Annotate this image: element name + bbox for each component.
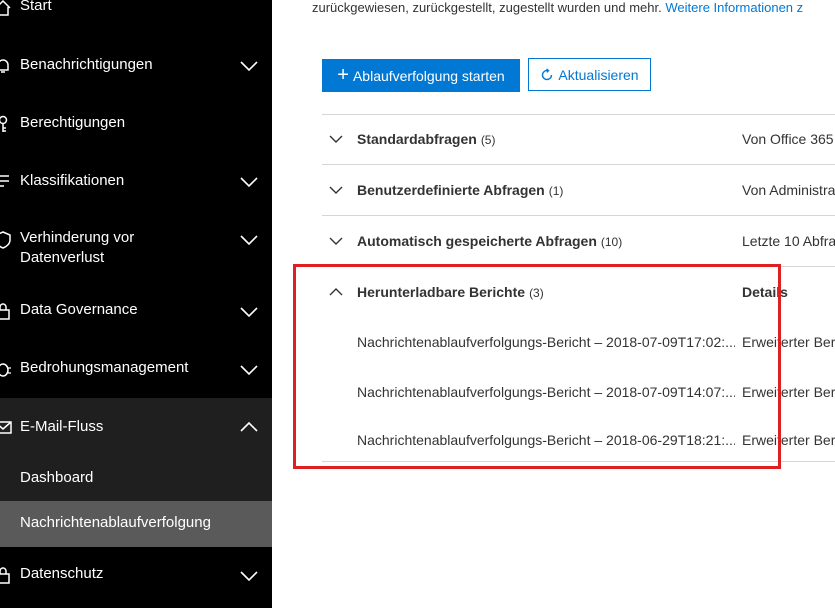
chevron-up-icon bbox=[329, 288, 343, 296]
divider bbox=[322, 266, 835, 267]
lock-icon bbox=[0, 567, 10, 584]
bell-icon bbox=[0, 59, 9, 73]
group-column-value: Von Administra bbox=[742, 182, 835, 198]
group-count: (10) bbox=[600, 235, 623, 249]
shield-icon bbox=[0, 231, 11, 249]
refresh-icon bbox=[542, 67, 553, 80]
group-title: Herunterladbare Berichte (3) bbox=[357, 284, 544, 300]
sidebar-item-email-fluss[interactable]: E-Mail-Fluss bbox=[0, 398, 272, 456]
sidebar-item-label: Berechtigungen bbox=[20, 114, 126, 131]
report-detail: Erweiterter Beri bbox=[742, 432, 835, 448]
sidebar-item-label: Datenschutz bbox=[20, 565, 104, 582]
group-count: (5) bbox=[480, 133, 496, 147]
person-key-icon bbox=[0, 115, 8, 132]
more-info-link[interactable]: Weitere Informationen z bbox=[665, 0, 803, 15]
sidebar-item-benachrichtigungen[interactable]: Benachrichtigungen bbox=[0, 44, 272, 88]
chevron-down-icon bbox=[240, 61, 258, 72]
chevron-up-icon bbox=[240, 421, 258, 432]
group-benutzerdefinierte[interactable]: Benutzerdefinierte Abfragen (1) Von Admin… bbox=[322, 166, 835, 216]
sidebar-item-verhinderung[interactable]: Verhinderung vor Datenverlust bbox=[0, 218, 272, 278]
lock-icon bbox=[0, 303, 10, 320]
sidebar-item-klassifikationen[interactable]: Klassifikationen bbox=[0, 160, 272, 204]
sidebar-item-berechtigungen[interactable]: Berechtigungen bbox=[0, 102, 272, 146]
mail-icon bbox=[0, 421, 12, 434]
group-title: Benutzerdefinierte Abfragen (1) bbox=[357, 182, 563, 198]
start-trace-button[interactable]: + Ablaufverfolgung starten bbox=[322, 59, 520, 92]
intro-text: zurückgewiesen, zurückgestellt, zugestel… bbox=[312, 0, 803, 15]
divider bbox=[322, 461, 835, 462]
chevron-down-icon bbox=[329, 186, 343, 194]
chevron-down-icon bbox=[240, 235, 258, 246]
report-row[interactable]: Nachrichtenablaufverfolgungs-Bericht – 2… bbox=[322, 320, 835, 370]
home-icon bbox=[0, 0, 11, 16]
refresh-button[interactable]: Aktualisieren bbox=[528, 58, 651, 91]
divider bbox=[322, 215, 835, 216]
group-column-value: Letzte 10 Abfra bbox=[742, 233, 835, 249]
bug-icon bbox=[0, 363, 11, 377]
sidebar-item-label: Klassifikationen bbox=[20, 172, 125, 189]
intro-description: zurückgewiesen, zurückgestellt, zugestel… bbox=[312, 0, 662, 15]
report-detail: Erweiterter Beri bbox=[742, 384, 835, 400]
group-standardabfragen[interactable]: Standardabfragen (5) Von Office 365 bbox=[322, 115, 835, 165]
chevron-down-icon bbox=[329, 237, 343, 245]
sidebar-item-datenschutz[interactable]: Datenschutz bbox=[0, 554, 272, 598]
group-title-text: Standardabfragen bbox=[357, 131, 477, 147]
chevron-down-icon bbox=[240, 177, 258, 188]
group-title: Standardabfragen (5) bbox=[357, 131, 495, 147]
sidebar-subitem-nachrichtenablaufverfolgung[interactable]: Nachrichtenablaufverfolgung bbox=[0, 501, 272, 547]
sidebar-item-data-governance[interactable]: Data Governance bbox=[0, 290, 272, 334]
sidebar-item-label: Verhinderung vor Datenverlust bbox=[20, 229, 135, 266]
chevron-down-icon bbox=[240, 307, 258, 318]
plus-icon: + bbox=[337, 63, 349, 86]
group-automatisch[interactable]: Automatisch gespeicherte Abfragen (10) Le… bbox=[322, 217, 835, 267]
chevron-down-icon bbox=[329, 135, 343, 143]
sidebar-subitem-dashboard[interactable]: Dashboard bbox=[0, 456, 272, 502]
report-name: Nachrichtenablaufverfolgungs-Bericht – 2… bbox=[357, 432, 735, 448]
sidebar-item-label: E-Mail-Fluss bbox=[20, 418, 104, 435]
divider bbox=[322, 164, 835, 165]
sidebar-subitem-label: Dashboard bbox=[20, 469, 94, 486]
list-tag-icon bbox=[0, 175, 9, 187]
group-count: (1) bbox=[548, 184, 564, 198]
sidebar-item-label: Benachrichtigungen bbox=[20, 56, 153, 73]
sidebar-item-label: Data Governance bbox=[20, 301, 138, 318]
sidebar-item-label: Start bbox=[20, 0, 52, 14]
sidebar-item-bedrohungsmanagement[interactable]: Bedrohungsmanagement bbox=[0, 348, 272, 392]
start-trace-label: Ablaufverfolgung starten bbox=[352, 67, 505, 84]
group-count: (3) bbox=[529, 286, 544, 300]
main-content: zurückgewiesen, zurückgestellt, zugestel… bbox=[272, 0, 835, 608]
report-row[interactable]: Nachrichtenablaufverfolgungs-Bericht – 2… bbox=[322, 370, 835, 420]
group-column-value: Von Office 365 bbox=[742, 131, 834, 147]
details-column-header: Details bbox=[742, 284, 788, 300]
sidebar-item-start[interactable]: Start bbox=[0, 0, 272, 20]
report-name: Nachrichtenablaufverfolgungs-Bericht – 2… bbox=[357, 384, 735, 400]
chevron-down-icon bbox=[240, 365, 258, 376]
group-title-text: Herunterladbare Berichte bbox=[357, 284, 526, 300]
group-title: Automatisch gespeicherte Abfragen (10) bbox=[357, 233, 622, 249]
report-name: Nachrichtenablaufverfolgungs-Bericht – 2… bbox=[357, 334, 735, 350]
sidebar-subitem-label: Nachrichtenablaufverfolgung bbox=[20, 514, 211, 531]
refresh-label: Aktualisieren bbox=[558, 66, 639, 83]
group-title-text: Benutzerdefinierte Abfragen bbox=[357, 182, 545, 198]
chevron-down-icon bbox=[240, 571, 258, 582]
report-detail: Erweiterter Beri bbox=[742, 334, 835, 350]
group-herunterladbare[interactable]: Herunterladbare Berichte (3) Details bbox=[322, 268, 835, 318]
sidebar: Start Benachrichtigungen Berechtigungen … bbox=[0, 0, 272, 608]
group-title-text: Automatisch gespeicherte Abfragen bbox=[357, 233, 597, 249]
sidebar-item-label: Bedrohungsmanagement bbox=[20, 359, 189, 376]
